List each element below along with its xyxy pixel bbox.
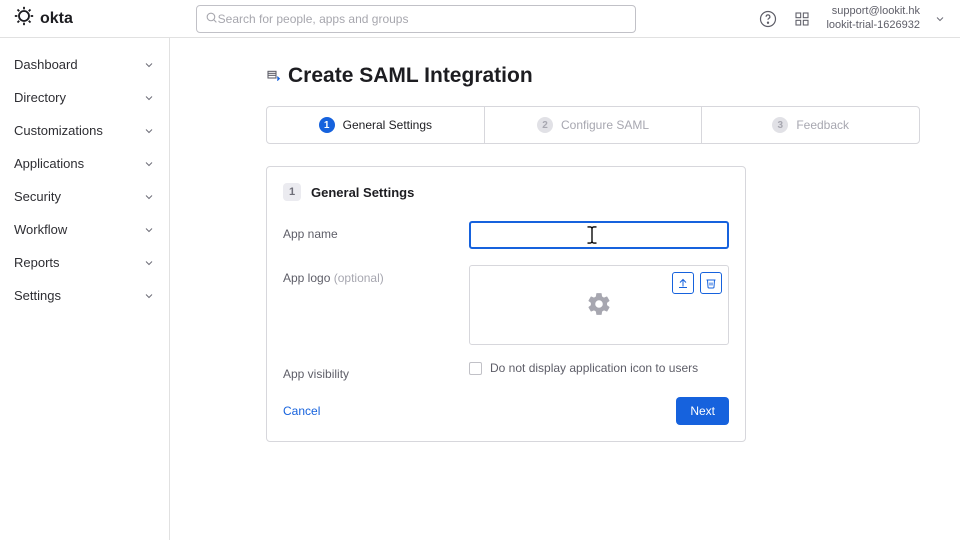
app-header: okta support@lookit.hk lookit-trial-1626… [0,0,960,38]
sidebar-item-applications[interactable]: Applications [0,147,169,180]
step-number: 1 [319,117,335,133]
step-label: Feedback [796,118,849,132]
sidebar-item-label: Reports [14,255,60,270]
cancel-button[interactable]: Cancel [283,404,320,418]
account-menu[interactable]: support@lookit.hk lookit-trial-1626932 [826,5,920,33]
search-input[interactable] [218,12,627,26]
chevron-down-icon [143,191,155,203]
panel-step-badge: 1 [283,183,301,201]
sidebar-item-directory[interactable]: Directory [0,81,169,114]
wizard-stepper: 1 General Settings 2 Configure SAML 3 Fe… [266,106,920,144]
sidebar-item-label: Dashboard [14,57,78,72]
apps-grid-icon[interactable] [792,9,812,29]
optional-hint: (optional) [334,271,384,285]
app-name-input[interactable] [469,221,729,249]
sidebar-item-label: Customizations [14,123,103,138]
app-logo-dropzone[interactable] [469,265,729,345]
page-title: Create SAML Integration [288,64,533,88]
account-org: lookit-trial-1626932 [826,19,920,33]
app-logo-label: App logo (optional) [283,265,469,285]
account-email: support@lookit.hk [826,5,920,19]
sidebar-item-security[interactable]: Security [0,180,169,213]
step-label: Configure SAML [561,118,649,132]
general-settings-panel: 1 General Settings App name App logo (op… [266,166,746,442]
sidebar-item-label: Workflow [14,222,67,237]
sidebar-item-workflow[interactable]: Workflow [0,213,169,246]
app-visibility-label: App visibility [283,361,469,381]
sidebar-item-reports[interactable]: Reports [0,246,169,279]
step-feedback[interactable]: 3 Feedback [702,107,919,143]
chevron-down-icon [143,59,155,71]
step-label: General Settings [343,118,432,132]
brand-logo[interactable]: okta [14,6,73,31]
step-number: 2 [537,117,553,133]
step-configure-saml[interactable]: 2 Configure SAML [485,107,703,143]
sidebar-item-dashboard[interactable]: Dashboard [0,48,169,81]
step-number: 3 [772,117,788,133]
app-name-label: App name [283,221,469,241]
gear-icon [586,291,612,320]
brand-name: okta [40,10,73,28]
search-icon [205,11,218,27]
okta-logo-icon [14,6,34,31]
chevron-down-icon [143,224,155,236]
sidebar-item-customizations[interactable]: Customizations [0,114,169,147]
global-search[interactable] [196,5,636,33]
sidebar-item-label: Directory [14,90,66,105]
chevron-down-icon [143,125,155,137]
sidebar-item-settings[interactable]: Settings [0,279,169,312]
delete-logo-button[interactable] [700,272,722,294]
sidebar-nav: Dashboard Directory Customizations Appli… [0,38,170,540]
integration-icon [266,68,282,84]
sidebar-item-label: Security [14,189,61,204]
upload-logo-button[interactable] [672,272,694,294]
step-general-settings[interactable]: 1 General Settings [267,107,485,143]
next-button[interactable]: Next [676,397,729,425]
help-icon[interactable] [758,9,778,29]
sidebar-item-label: Applications [14,156,84,171]
hide-icon-checkbox[interactable] [469,362,482,375]
chevron-down-icon [143,92,155,104]
sidebar-item-label: Settings [14,288,61,303]
chevron-down-icon [143,257,155,269]
panel-title: General Settings [311,185,414,200]
chevron-down-icon [143,158,155,170]
hide-icon-checkbox-label: Do not display application icon to users [490,361,698,375]
chevron-down-icon [143,290,155,302]
chevron-down-icon[interactable] [934,13,946,25]
